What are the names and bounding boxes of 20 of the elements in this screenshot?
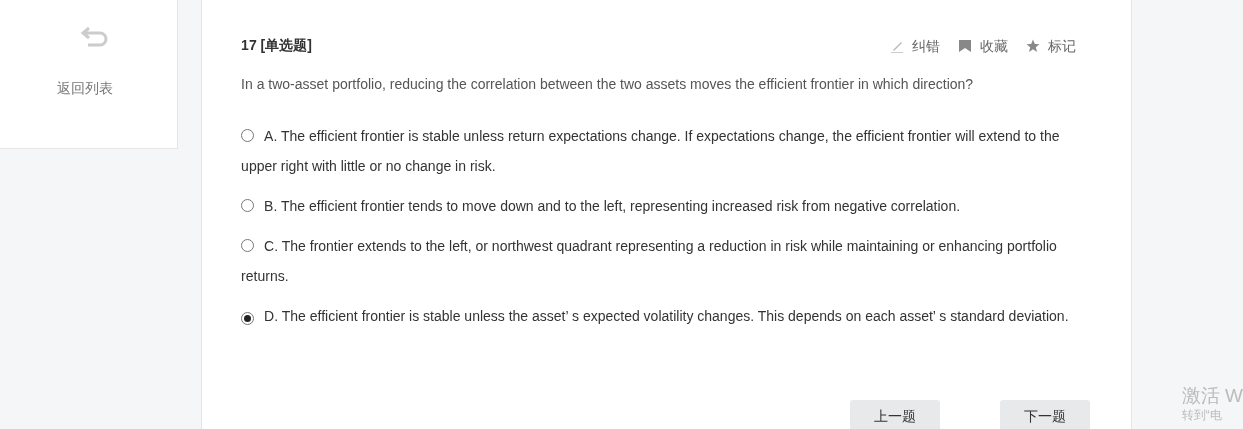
answer-option[interactable]: C. The frontier extends to the left, or northwest quadrant representing a reduction in risk while maintaining or enhancing portfolio returns. bbox=[241, 231, 1091, 291]
report-error-button[interactable]: 纠错 bbox=[889, 35, 940, 57]
previous-question-button[interactable]: 上一题 bbox=[850, 400, 941, 429]
radio-button[interactable] bbox=[241, 199, 255, 212]
answer-option[interactable]: B. The efficient frontier tends to move down and to the left, representing increased risk from negative correlation. bbox=[241, 191, 1091, 221]
next-question-button[interactable]: 下一题 bbox=[1000, 400, 1091, 429]
activation-notice-text: 激活 W bbox=[1181, 384, 1243, 408]
back-to-list-link[interactable]: 返回列表 bbox=[56, 78, 113, 99]
radio-button[interactable] bbox=[241, 312, 255, 325]
answer-option[interactable]: A. The efficient frontier is stable unless return expectations change. If expectations change, the efficient frontier will extend to the upper right with little or no change in risk. bbox=[241, 121, 1091, 181]
pencil-icon bbox=[889, 39, 904, 53]
answer-option[interactable]: D. The efficient frontier is stable unless the asset’ s expected volatility changes. This depends on each asset’ s standard deviation. bbox=[241, 301, 1091, 331]
bookmark-icon bbox=[957, 39, 972, 53]
favorite-button[interactable]: 收藏 bbox=[957, 35, 1008, 57]
question-text: In a two-asset portfolio, reducing the correlation between the two assets moves the efficient frontier in which direction? bbox=[241, 75, 975, 94]
radio-button[interactable] bbox=[241, 239, 255, 252]
mark-button[interactable]: 标记 bbox=[1025, 35, 1076, 57]
radio-button[interactable] bbox=[241, 129, 255, 142]
star-icon bbox=[1025, 39, 1040, 53]
question-number: 17 [单选题] bbox=[241, 35, 312, 55]
